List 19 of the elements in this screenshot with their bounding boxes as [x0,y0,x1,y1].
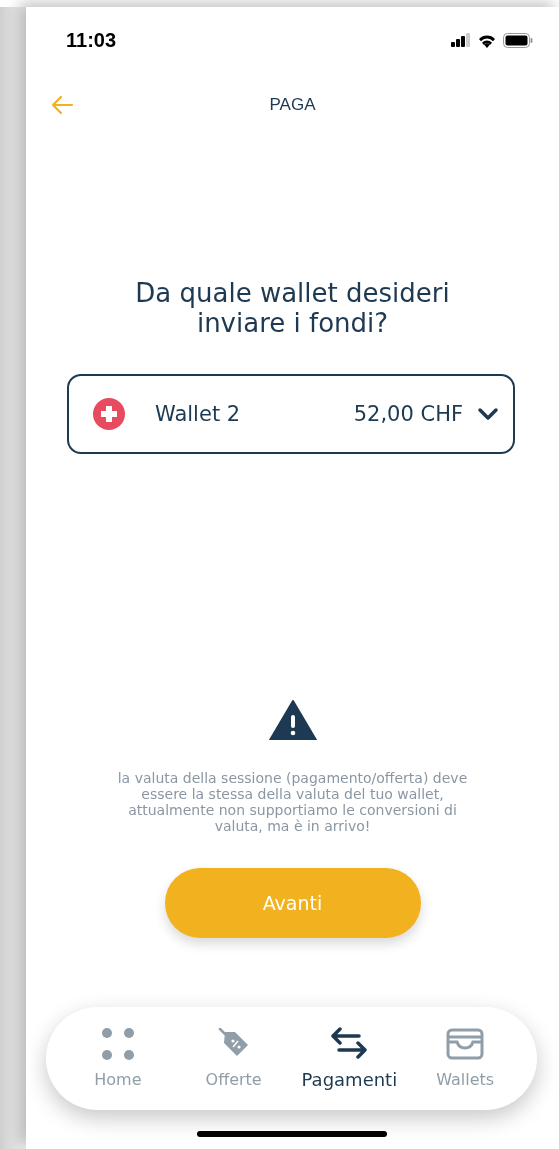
currency-notice: la valuta della sessione (pagamento/offerta) deve essere la stessa della valuta del tuo wallet, attualmente non supportiamo le conversioni di valuta, ma è in arrivo! [116,770,469,834]
back-button[interactable] [50,95,74,115]
signal-icon [451,33,471,47]
wallet-dropdown[interactable]: Wallet 2 52,00 CHF [67,374,515,454]
swiss-flag-icon [93,398,125,430]
warning-icon [268,700,317,740]
transfer-arrows-icon [329,1027,370,1059]
chevron-down-icon [477,407,499,421]
next-button[interactable]: Avanti [164,868,421,938]
tab-button[interactable]: Wallets [410,1028,521,1089]
tab-button[interactable]: Pagamenti [294,1027,405,1090]
screen-title: PAGA [269,95,316,114]
wallet-icon [446,1028,485,1060]
dots-grid-icon [101,1028,134,1060]
tab-button[interactable]: Home [62,1028,173,1089]
battery-icon [503,32,533,48]
tab-button[interactable]: Offerte [178,1028,289,1089]
question-heading: Da quale wallet desideri inviare i fondi? [134,278,451,338]
status-time: 11:03 [66,28,117,52]
